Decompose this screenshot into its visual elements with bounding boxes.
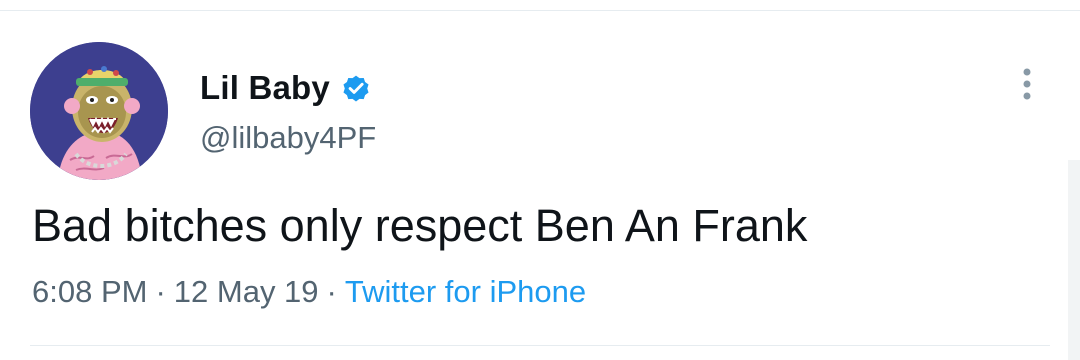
scroll-edge xyxy=(1068,160,1080,360)
tweet-card: Lil Baby @lilbaby4PF Bad bitches only re… xyxy=(0,0,1080,360)
cartoon-ape-avatar-icon xyxy=(30,42,168,180)
tweet-meta: 6:08 PM · 12 May 19 · Twitter for iPhone xyxy=(32,274,586,310)
tweet-text: Bad bitches only respect Ben An Frank xyxy=(32,200,808,251)
verified-badge-icon xyxy=(340,72,372,104)
bottom-divider xyxy=(30,345,1050,346)
tweet-date[interactable]: 12 May 19 xyxy=(174,274,319,309)
avatar[interactable] xyxy=(30,42,168,180)
more-vertical-icon xyxy=(1023,68,1031,100)
tweet-source-link[interactable]: Twitter for iPhone xyxy=(345,274,586,309)
top-divider xyxy=(0,10,1080,11)
more-options-button[interactable] xyxy=(1010,64,1044,104)
tweet-time[interactable]: 6:08 PM xyxy=(32,274,147,309)
author-handle[interactable]: @lilbaby4PF xyxy=(200,120,376,156)
meta-separator: · xyxy=(155,274,166,309)
author-display-name[interactable]: Lil Baby xyxy=(200,69,330,107)
meta-separator: · xyxy=(326,274,337,309)
author-name-row: Lil Baby xyxy=(200,66,372,110)
